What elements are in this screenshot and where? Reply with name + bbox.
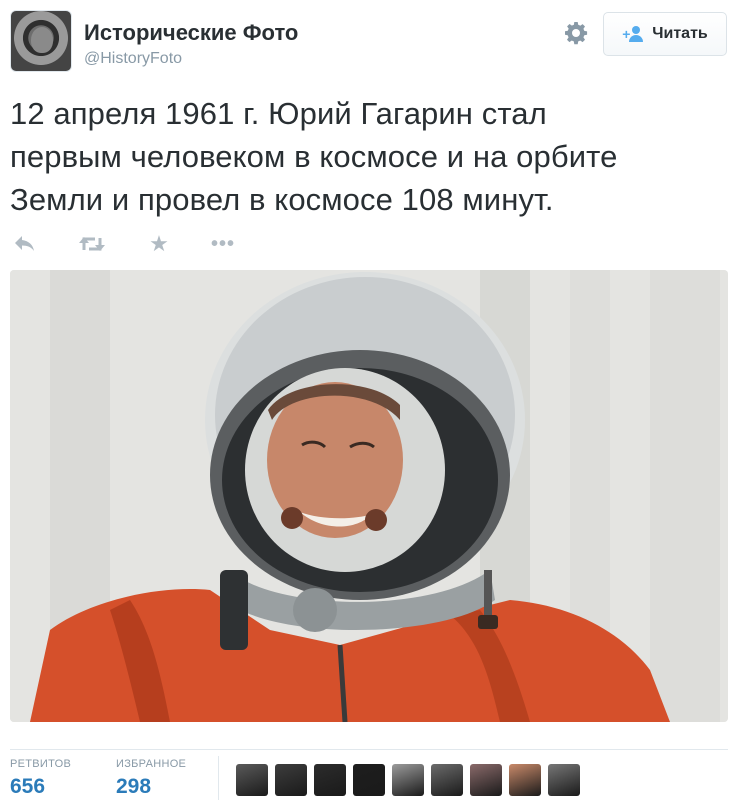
favoriter-avatar[interactable]: [392, 764, 424, 796]
favorites-count: 298: [116, 775, 152, 798]
tweet-header: Исторические Фото @HistoryFoto + Читать: [10, 10, 727, 76]
favoriter-avatar[interactable]: [236, 764, 268, 796]
stats-separator: [218, 756, 219, 800]
favoriter-avatar[interactable]: [548, 764, 580, 796]
tweet-text-line: первым человеком в космосе и на орбите: [10, 139, 618, 174]
avatar-face: [31, 27, 53, 53]
favoriter-avatar[interactable]: [509, 764, 541, 796]
tweet-text-line: 12 апреля 1961 г. Юрий Гагарин стал: [10, 96, 547, 131]
favoriter-avatars: [236, 764, 580, 796]
more-options-icon[interactable]: •••: [210, 230, 236, 258]
favoriter-avatar[interactable]: [431, 764, 463, 796]
tweet-actions: ★ •••: [10, 230, 310, 260]
stats-divider: [10, 749, 728, 750]
user-handle[interactable]: @HistoryFoto: [84, 50, 182, 68]
reply-icon[interactable]: [12, 230, 38, 258]
star-icon[interactable]: ★: [146, 230, 172, 258]
follow-button-label: Читать: [652, 25, 708, 42]
tweet-text-line: Земли и провел в космосе 108 минут.: [10, 182, 554, 217]
tweet-photo[interactable]: [10, 270, 728, 722]
favoriter-avatar[interactable]: [470, 764, 502, 796]
favoriter-avatar[interactable]: [314, 764, 346, 796]
profile-avatar[interactable]: [10, 10, 72, 72]
gear-icon[interactable]: [563, 20, 589, 46]
follow-user-plus-icon: +: [622, 26, 644, 42]
retweets-count: 656: [10, 775, 46, 798]
favorites-stat[interactable]: ИЗБРАННОЕ 298: [116, 758, 186, 799]
favoriter-avatar[interactable]: [353, 764, 385, 796]
display-name[interactable]: Исторические Фото: [84, 20, 298, 46]
follow-button[interactable]: + Читать: [603, 12, 727, 56]
tweet-text: 12 апреля 1961 г. Юрий Гагарин стал перв…: [10, 92, 725, 221]
cosmonaut-photo-illustration: [10, 270, 728, 722]
favoriter-avatar[interactable]: [275, 764, 307, 796]
retweets-stat[interactable]: РЕТВИТОВ 656: [10, 758, 71, 799]
retweet-icon[interactable]: [76, 230, 108, 258]
retweets-label: РЕТВИТОВ: [10, 758, 72, 770]
favorites-label: ИЗБРАННОЕ: [116, 758, 187, 770]
